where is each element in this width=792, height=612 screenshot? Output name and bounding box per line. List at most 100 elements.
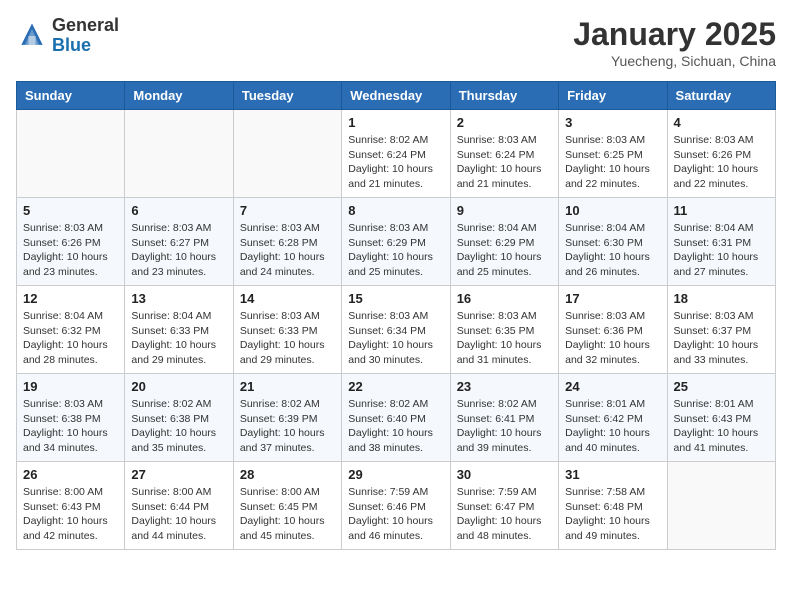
day-info: Sunrise: 8:00 AM Sunset: 6:44 PM Dayligh… (131, 485, 226, 544)
day-info: Sunrise: 8:03 AM Sunset: 6:26 PM Dayligh… (674, 133, 769, 192)
day-info: Sunrise: 8:02 AM Sunset: 6:41 PM Dayligh… (457, 397, 552, 456)
day-number: 10 (565, 203, 660, 218)
day-info: Sunrise: 8:03 AM Sunset: 6:26 PM Dayligh… (23, 221, 118, 280)
calendar-cell: 22Sunrise: 8:02 AM Sunset: 6:40 PM Dayli… (342, 374, 450, 462)
weekday-header-thursday: Thursday (450, 82, 558, 110)
day-info: Sunrise: 7:58 AM Sunset: 6:48 PM Dayligh… (565, 485, 660, 544)
weekday-header-tuesday: Tuesday (233, 82, 341, 110)
calendar-cell: 21 Sunrise: 8:02 AM Sunset: 6:39 PM Dayli… (233, 374, 341, 462)
calendar-cell: 16 Sunrise: 8:03 AM Sunset: 6:35 PM Dayli… (450, 286, 558, 374)
day-info: Sunrise: 8:03 AM Sunset: 6:27 PM Dayligh… (131, 221, 226, 280)
day-info: Sunrise: 8:02 AM Sunset: 6:40 PM Dayligh… (348, 397, 443, 456)
weekday-header-friday: Friday (559, 82, 667, 110)
calendar-cell: 7 Sunrise: 8:03 AM Sunset: 6:28 PM Daylig… (233, 198, 341, 286)
calendar-cell: 2 Sunrise: 8:03 AM Sunset: 6:24 PM Daylig… (450, 110, 558, 198)
day-info: Sunrise: 8:01 AM Sunset: 6:42 PM Dayligh… (565, 397, 660, 456)
calendar-cell (125, 110, 233, 198)
calendar-cell: 19 Sunrise: 8:03 AM Sunset: 6:38 PM Dayli… (17, 374, 125, 462)
calendar-cell (17, 110, 125, 198)
day-number: 20 (131, 379, 226, 394)
calendar-cell: 20 Sunrise: 8:02 AM Sunset: 6:38 PM Dayli… (125, 374, 233, 462)
day-number: 15 (348, 291, 443, 306)
day-number: 6 (131, 203, 226, 218)
calendar-cell: 18Sunrise: 8:03 AM Sunset: 6:37 PM Dayli… (667, 286, 775, 374)
calendar-cell: 10 Sunrise: 8:04 AM Sunset: 6:30 PM Dayli… (559, 198, 667, 286)
logo-icon (16, 20, 48, 52)
day-info: Sunrise: 8:04 AM Sunset: 6:33 PM Dayligh… (131, 309, 226, 368)
calendar-cell: 4 Sunrise: 8:03 AM Sunset: 6:26 PM Daylig… (667, 110, 775, 198)
day-number: 9 (457, 203, 552, 218)
day-number: 24 (565, 379, 660, 394)
logo-general: General (52, 15, 119, 35)
calendar-cell: 12 Sunrise: 8:04 AM Sunset: 6:32 PM Dayli… (17, 286, 125, 374)
day-info: Sunrise: 8:02 AM Sunset: 6:38 PM Dayligh… (131, 397, 226, 456)
day-info: Sunrise: 8:03 AM Sunset: 6:24 PM Dayligh… (457, 133, 552, 192)
calendar-cell: 31Sunrise: 7:58 AM Sunset: 6:48 PM Dayli… (559, 462, 667, 550)
day-number: 14 (240, 291, 335, 306)
calendar-table: SundayMondayTuesdayWednesdayThursdayFrid… (16, 81, 776, 550)
weekday-header-row: SundayMondayTuesdayWednesdayThursdayFrid… (17, 82, 776, 110)
day-info: Sunrise: 8:00 AM Sunset: 6:43 PM Dayligh… (23, 485, 118, 544)
calendar-cell: 24 Sunrise: 8:01 AM Sunset: 6:42 PM Dayli… (559, 374, 667, 462)
calendar-week-1: 1Sunrise: 8:02 AM Sunset: 6:24 PM Daylig… (17, 110, 776, 198)
day-number: 16 (457, 291, 552, 306)
calendar-week-3: 12 Sunrise: 8:04 AM Sunset: 6:32 PM Dayli… (17, 286, 776, 374)
calendar-cell: 3 Sunrise: 8:03 AM Sunset: 6:25 PM Daylig… (559, 110, 667, 198)
calendar-cell: 5 Sunrise: 8:03 AM Sunset: 6:26 PM Daylig… (17, 198, 125, 286)
calendar-week-5: 26 Sunrise: 8:00 AM Sunset: 6:43 PM Dayli… (17, 462, 776, 550)
day-number: 2 (457, 115, 552, 130)
logo: General Blue (16, 16, 119, 56)
calendar-cell: 26 Sunrise: 8:00 AM Sunset: 6:43 PM Dayli… (17, 462, 125, 550)
day-info: Sunrise: 8:04 AM Sunset: 6:30 PM Dayligh… (565, 221, 660, 280)
calendar-week-4: 19 Sunrise: 8:03 AM Sunset: 6:38 PM Dayli… (17, 374, 776, 462)
day-number: 30 (457, 467, 552, 482)
logo-blue: Blue (52, 35, 91, 55)
day-info: Sunrise: 8:03 AM Sunset: 6:36 PM Dayligh… (565, 309, 660, 368)
calendar-cell: 15 Sunrise: 8:03 AM Sunset: 6:34 PM Dayli… (342, 286, 450, 374)
day-number: 26 (23, 467, 118, 482)
weekday-header-saturday: Saturday (667, 82, 775, 110)
logo-text: General Blue (52, 16, 119, 56)
calendar-cell: 1Sunrise: 8:02 AM Sunset: 6:24 PM Daylig… (342, 110, 450, 198)
day-info: Sunrise: 8:04 AM Sunset: 6:31 PM Dayligh… (674, 221, 769, 280)
calendar-cell: 25 Sunrise: 8:01 AM Sunset: 6:43 PM Dayli… (667, 374, 775, 462)
day-number: 12 (23, 291, 118, 306)
day-info: Sunrise: 8:03 AM Sunset: 6:33 PM Dayligh… (240, 309, 335, 368)
calendar-cell: 14 Sunrise: 8:03 AM Sunset: 6:33 PM Dayli… (233, 286, 341, 374)
day-number: 19 (23, 379, 118, 394)
calendar-cell: 17 Sunrise: 8:03 AM Sunset: 6:36 PM Dayli… (559, 286, 667, 374)
weekday-header-sunday: Sunday (17, 82, 125, 110)
day-info: Sunrise: 8:02 AM Sunset: 6:39 PM Dayligh… (240, 397, 335, 456)
day-info: Sunrise: 8:03 AM Sunset: 6:34 PM Dayligh… (348, 309, 443, 368)
page-header: General Blue January 2025 Yuecheng, Sich… (16, 16, 776, 69)
weekday-header-wednesday: Wednesday (342, 82, 450, 110)
day-number: 8 (348, 203, 443, 218)
day-number: 5 (23, 203, 118, 218)
calendar-cell: 13 Sunrise: 8:04 AM Sunset: 6:33 PM Dayli… (125, 286, 233, 374)
day-number: 1 (348, 115, 443, 130)
calendar-cell: 27Sunrise: 8:00 AM Sunset: 6:44 PM Dayli… (125, 462, 233, 550)
weekday-header-monday: Monday (125, 82, 233, 110)
day-number: 4 (674, 115, 769, 130)
day-number: 13 (131, 291, 226, 306)
day-info: Sunrise: 8:03 AM Sunset: 6:38 PM Dayligh… (23, 397, 118, 456)
day-info: Sunrise: 8:04 AM Sunset: 6:29 PM Dayligh… (457, 221, 552, 280)
day-info: Sunrise: 8:03 AM Sunset: 6:29 PM Dayligh… (348, 221, 443, 280)
day-info: Sunrise: 8:03 AM Sunset: 6:37 PM Dayligh… (674, 309, 769, 368)
calendar-cell: 6 Sunrise: 8:03 AM Sunset: 6:27 PM Daylig… (125, 198, 233, 286)
day-number: 21 (240, 379, 335, 394)
day-number: 7 (240, 203, 335, 218)
day-info: Sunrise: 7:59 AM Sunset: 6:47 PM Dayligh… (457, 485, 552, 544)
day-number: 28 (240, 467, 335, 482)
day-info: Sunrise: 8:01 AM Sunset: 6:43 PM Dayligh… (674, 397, 769, 456)
calendar-cell (233, 110, 341, 198)
day-info: Sunrise: 8:04 AM Sunset: 6:32 PM Dayligh… (23, 309, 118, 368)
day-number: 3 (565, 115, 660, 130)
day-info: Sunrise: 8:03 AM Sunset: 6:28 PM Dayligh… (240, 221, 335, 280)
day-info: Sunrise: 8:03 AM Sunset: 6:25 PM Dayligh… (565, 133, 660, 192)
title-block: January 2025 Yuecheng, Sichuan, China (573, 16, 776, 69)
day-number: 25 (674, 379, 769, 394)
day-info: Sunrise: 8:03 AM Sunset: 6:35 PM Dayligh… (457, 309, 552, 368)
day-number: 29 (348, 467, 443, 482)
day-number: 17 (565, 291, 660, 306)
